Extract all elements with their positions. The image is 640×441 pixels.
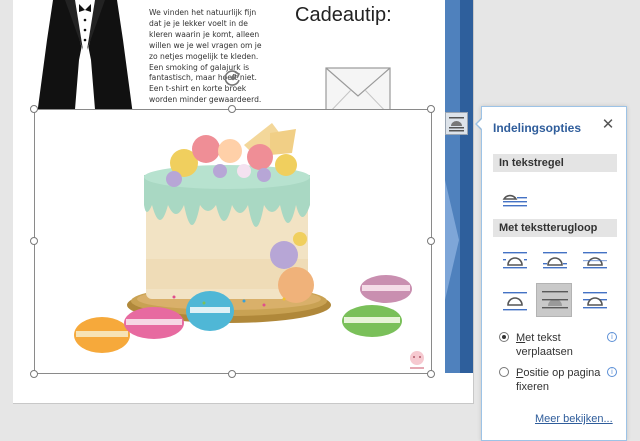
layout-options-panel: Indelingsopties ✕ In tekstregel Met teks…: [481, 106, 627, 441]
info-icon[interactable]: i: [607, 332, 617, 342]
layout-options-icon: [449, 117, 464, 132]
paragraph-line: zo netjes mogelijk te kleden.: [149, 51, 259, 61]
paragraph-line: willen we je wel vragen om je: [149, 40, 262, 50]
watermark-logo: [410, 351, 424, 369]
section-wrap-header: Met tekstterugloop: [493, 219, 617, 237]
wrap-behind-text-icon: [542, 291, 568, 309]
wrap-in-front-option[interactable]: [578, 285, 610, 315]
paragraph-line: We vinden het natuurlijk fijn: [149, 8, 257, 17]
cadeautip-heading[interactable]: Cadeautip:: [295, 4, 392, 27]
paragraph-line: dat je je lekker voelt in de: [149, 18, 248, 28]
resize-handle-bottom-right[interactable]: [427, 370, 435, 378]
see-more-link[interactable]: Meer bekijken...: [535, 413, 613, 425]
wrap-through-option[interactable]: [578, 245, 610, 275]
wrap-top-bottom-option[interactable]: [498, 285, 530, 315]
wrap-tight-icon: [543, 252, 567, 269]
resize-handle-top[interactable]: [228, 105, 236, 113]
close-icon[interactable]: ✕: [600, 117, 616, 133]
paragraph-line: Een smoking of galajurk is: [149, 62, 250, 72]
wrap-square-icon: [503, 252, 527, 269]
move-with-text-radio[interactable]: [499, 332, 509, 342]
image-selection-border: [34, 109, 432, 374]
inline-with-text-icon: [502, 194, 527, 207]
body-paragraph[interactable]: We vinden het natuurlijk fijn dat je je …: [149, 8, 267, 106]
paragraph-line: Een t-shirt en korte broek: [149, 84, 247, 94]
paragraph-line: fantastisch, maar hoeft niet.: [149, 73, 257, 83]
layout-options-button[interactable]: [445, 112, 468, 135]
info-icon[interactable]: i: [607, 367, 617, 377]
resize-handle-right[interactable]: [427, 237, 435, 245]
radio-label-text: ositie op pagina fixeren: [516, 367, 601, 393]
panel-title: Indelingsopties: [493, 121, 582, 135]
section-inline-header: In tekstregel: [493, 154, 617, 172]
inline-with-text-option[interactable]: [498, 179, 530, 209]
radio-label-text: et tekst verplaatsen: [516, 332, 573, 358]
panel-pointer-inner: [477, 118, 483, 130]
accelerator-key: M: [516, 332, 526, 344]
wrap-behind-text-option[interactable]: [536, 283, 572, 317]
wrap-top-bottom-icon: [503, 292, 527, 311]
blue-decoration-wedge: [445, 180, 459, 300]
resize-handle-bottom-left[interactable]: [30, 370, 38, 378]
wrap-through-icon: [583, 252, 607, 269]
resize-handle-top-right[interactable]: [427, 105, 435, 113]
resize-handle-top-left[interactable]: [30, 105, 38, 113]
move-with-text-label: Met tekst verplaatsen: [516, 331, 606, 359]
fix-position-radio[interactable]: [499, 367, 509, 377]
paragraph-line: worden minder gewaardeerd.: [149, 95, 262, 105]
rotate-handle-icon[interactable]: [223, 68, 243, 88]
wrap-in-front-icon: [583, 292, 607, 309]
blue-decoration-band-dark: [460, 0, 473, 373]
document-page[interactable]: We vinden het natuurlijk fijn dat je je …: [13, 0, 474, 404]
wrap-tight-option[interactable]: [538, 245, 570, 275]
resize-handle-bottom[interactable]: [228, 370, 236, 378]
fix-position-label: Positie op pagina fixeren: [516, 366, 606, 394]
paragraph-line: kleren waarin je komt, alleen: [149, 29, 260, 39]
resize-handle-left[interactable]: [30, 237, 38, 245]
wrap-square-option[interactable]: [498, 245, 530, 275]
